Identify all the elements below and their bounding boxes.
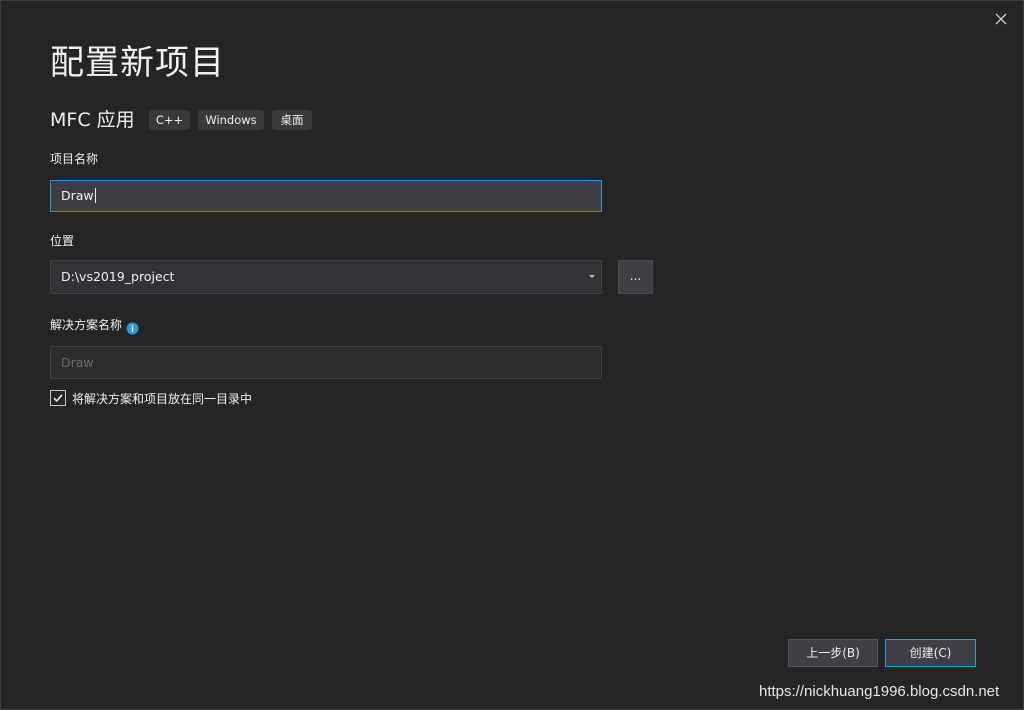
text-caret	[94, 188, 96, 203]
create-button[interactable]: 创建(C)	[885, 639, 976, 667]
page-title: 配置新项目	[50, 43, 225, 83]
info-icon[interactable]	[126, 320, 139, 335]
project-type-name: MFC 应用	[50, 109, 135, 131]
watermark: https://nickhuang1996.blog.csdn.net	[759, 683, 1000, 700]
back-button[interactable]: 上一步(B)	[788, 639, 878, 667]
tag-desktop: 桌面	[272, 110, 312, 130]
tag-cpp: C++	[149, 110, 190, 130]
location-combobox[interactable]: D:\vs2019_project	[50, 260, 602, 294]
chevron-down-icon[interactable]	[589, 275, 595, 278]
dialog-window: 配置新项目 MFC 应用 C++ Windows 桌面 项目名称 Draw 位置…	[0, 0, 1024, 710]
location-value: D:\vs2019_project	[61, 269, 175, 284]
same-directory-label[interactable]: 将解决方案和项目放在同一目录中	[72, 391, 252, 407]
browse-button[interactable]: ...	[618, 260, 653, 294]
tag-windows: Windows	[198, 110, 264, 130]
location-label: 位置	[50, 234, 75, 248]
close-icon[interactable]	[991, 9, 1011, 29]
project-name-input[interactable]: Draw	[50, 180, 602, 212]
solution-name-label: 解决方案名称	[50, 318, 123, 332]
same-directory-checkbox[interactable]	[50, 390, 66, 406]
checkmark-icon	[53, 394, 63, 403]
solution-name-input: Draw	[50, 346, 602, 379]
project-name-value: Draw	[61, 188, 94, 203]
solution-name-placeholder: Draw	[61, 355, 94, 370]
project-name-label: 项目名称	[50, 152, 99, 166]
